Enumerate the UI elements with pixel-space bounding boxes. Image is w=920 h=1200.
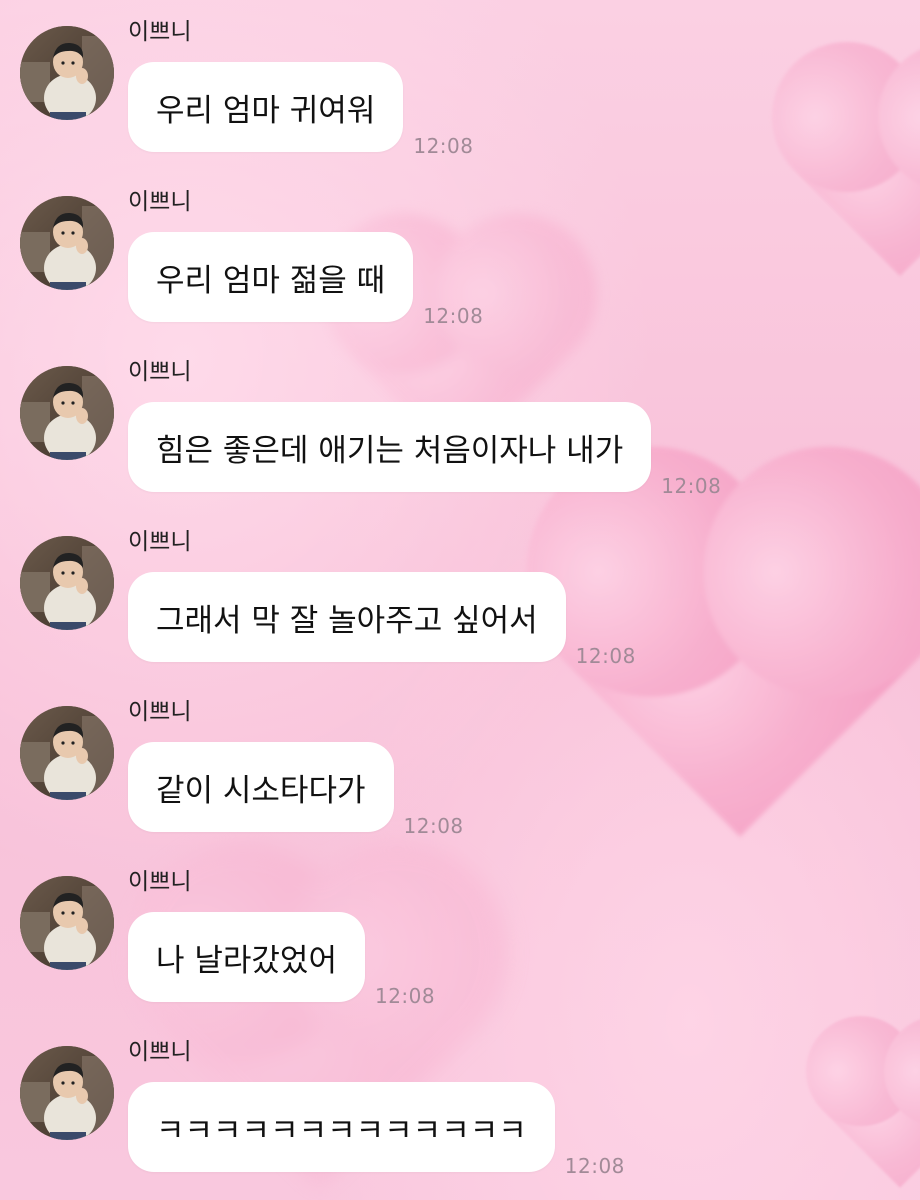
sender-name: 이쁘니 [128,699,192,725]
avatar[interactable] [20,706,114,800]
message-time: 12:08 [403,814,464,838]
sender-name: 이쁘니 [128,359,192,385]
message-time: 12:08 [575,644,636,668]
avatar[interactable] [20,26,114,120]
message-group: 이쁘니 그래서 막 잘 놀아주고 싶어서 12:08 [0,510,920,680]
avatar[interactable] [20,196,114,290]
message-bubble[interactable]: 그래서 막 잘 놀아주고 싶어서 [128,572,566,662]
message-bubble[interactable]: 같이 시소타다가 [128,742,394,832]
message-time: 12:08 [423,304,484,328]
avatar[interactable] [20,536,114,630]
sender-name: 이쁘니 [128,529,192,555]
avatar[interactable] [20,1046,114,1140]
avatar[interactable] [20,366,114,460]
chat-message-list[interactable]: 이쁘니 우리 엄마 귀여워 12:08 이쁘니 우리 엄마 젊을 때 12:08 [0,0,920,1200]
sender-name: 이쁘니 [128,189,192,215]
sender-name: 이쁘니 [128,19,192,45]
message-time: 12:08 [413,134,474,158]
message-group: 이쁘니 같이 시소타다가 12:08 [0,680,920,850]
message-bubble[interactable]: ㅋㅋㅋㅋㅋㅋㅋㅋㅋㅋㅋㅋㅋ [128,1082,555,1172]
message-bubble[interactable]: 우리 엄마 귀여워 [128,62,404,152]
message-time: 12:08 [374,984,436,1008]
message-group: 이쁘니 나 날라갔었어 12:08 [0,850,920,1020]
sender-name: 이쁘니 [128,869,192,895]
message-bubble[interactable]: 나 날라갔었어 [128,912,365,1002]
message-time: 12:08 [564,1154,625,1178]
message-group: 이쁘니 힘은 좋은데 애기는 처음이자나 내가 12:08 [0,340,920,510]
message-group: 이쁘니 우리 엄마 귀여워 12:08 [0,0,920,170]
message-bubble[interactable]: 힘은 좋은데 애기는 처음이자나 내가 [128,402,652,492]
avatar[interactable] [20,876,114,970]
message-time: 12:08 [661,474,722,498]
message-bubble[interactable]: 우리 엄마 젊을 때 [128,232,414,322]
message-group: 이쁘니 ㅋㅋㅋㅋㅋㅋㅋㅋㅋㅋㅋㅋㅋ 12:08 [0,1020,920,1190]
sender-name: 이쁘니 [128,1039,192,1065]
message-group: 이쁘니 우리 엄마 젊을 때 12:08 [0,170,920,340]
